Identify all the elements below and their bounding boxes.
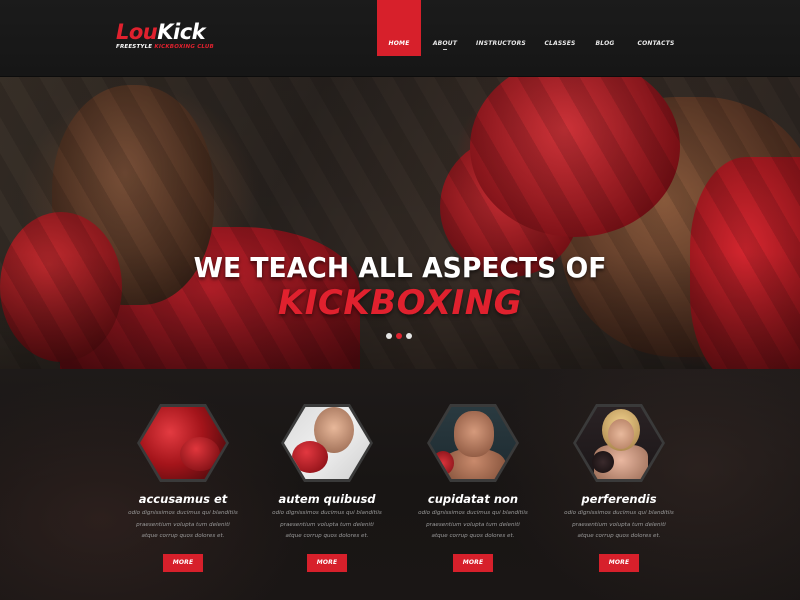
feature-title: cupidatat non [427,492,519,506]
dropdown-indicator-icon [443,49,447,50]
image-part [592,451,614,473]
feature-title: perferendis [581,492,657,506]
feature-text-line: praesentium volupta tum deleniti [280,521,374,528]
hero-slider: WE TEACH ALL ASPECTS OF KICKBOXING [0,77,800,369]
hero-headline-line2: KICKBOXING [277,283,523,323]
more-button[interactable]: MORE [599,554,639,572]
feature-text-line: praesentium volupta tum deleniti [136,521,230,528]
feature-card: perferendis odio dignissimos ducimus qui… [546,369,692,600]
feature-text: odio dignissimos ducimus qui blanditiis … [254,508,400,543]
site-header: LouKick FREESTYLE KICKBOXING CLUB HOME A… [0,0,800,77]
hero-headline-line1: WE TEACH ALL ASPECTS OF [193,251,607,284]
logo-tagline-pre: FREESTYLE [116,44,155,50]
hero-overlay [0,77,800,369]
feature-text-line: atque corrup quos dolores et. [285,533,369,539]
feature-text-line: praesentium volupta tum deleniti [572,521,666,528]
feature-text-line: odio dignissimos ducimus qui blanditiis [418,510,528,516]
feature-title: autem quibusd [278,492,376,506]
nav-item-blog[interactable]: BLOG [590,0,620,56]
logo-name-white: Kick [157,20,206,44]
nav-item-about-label: ABOUT [432,40,458,47]
feature-text: odio dignissimos ducimus qui blanditiis … [400,508,546,543]
feature-image [281,404,373,482]
more-button[interactable]: MORE [163,554,203,572]
feature-text-line: atque corrup quos dolores et. [431,533,515,539]
nav-item-about[interactable]: ABOUT [428,0,462,56]
logo-name-red: Lou [116,20,158,44]
logo-name: LouKick [116,20,214,44]
feature-image [137,404,229,482]
slider-dot-2[interactable] [396,333,402,339]
site-logo[interactable]: LouKick FREESTYLE KICKBOXING CLUB [116,20,214,50]
image-part [608,419,634,449]
feature-text-line: odio dignissimos ducimus qui blanditiis [272,510,382,516]
nav-item-classes[interactable]: CLASSES [540,0,580,56]
feature-card: accusamus et odio dignissimos ducimus qu… [110,369,256,600]
nav-item-contacts[interactable]: CONTACTS [632,0,680,56]
feature-text-line: atque corrup quos dolores et. [141,533,225,539]
feature-text-line: odio dignissimos ducimus qui blanditiis [128,510,238,516]
more-button[interactable]: MORE [307,554,347,572]
image-part [454,411,494,457]
feature-card: cupidatat non odio dignissimos ducimus q… [400,369,546,600]
feature-card: autem quibusd odio dignissimos ducimus q… [254,369,400,600]
slider-dot-3[interactable] [406,333,412,339]
feature-text: odio dignissimos ducimus qui blanditiis … [110,508,256,543]
logo-tagline-highlight: KICKBOXING CLUB [154,44,214,50]
slider-dot-1[interactable] [386,333,392,339]
feature-image [427,404,519,482]
nav-item-home[interactable]: HOME [377,0,421,56]
hero-headline: WE TEACH ALL ASPECTS OF KICKBOXING [0,251,800,323]
nav-item-instructors[interactable]: INSTRUCTORS [474,0,528,56]
features-section: accusamus et odio dignissimos ducimus qu… [0,369,800,600]
feature-image [573,404,665,482]
feature-text: odio dignissimos ducimus qui blanditiis … [546,508,692,543]
more-button[interactable]: MORE [453,554,493,572]
feature-text-line: atque corrup quos dolores et. [577,533,661,539]
feature-title: accusamus et [138,492,228,506]
logo-tagline: FREESTYLE KICKBOXING CLUB [116,44,214,50]
feature-text-line: odio dignissimos ducimus qui blanditiis [564,510,674,516]
feature-text-line: praesentium volupta tum deleniti [426,521,520,528]
